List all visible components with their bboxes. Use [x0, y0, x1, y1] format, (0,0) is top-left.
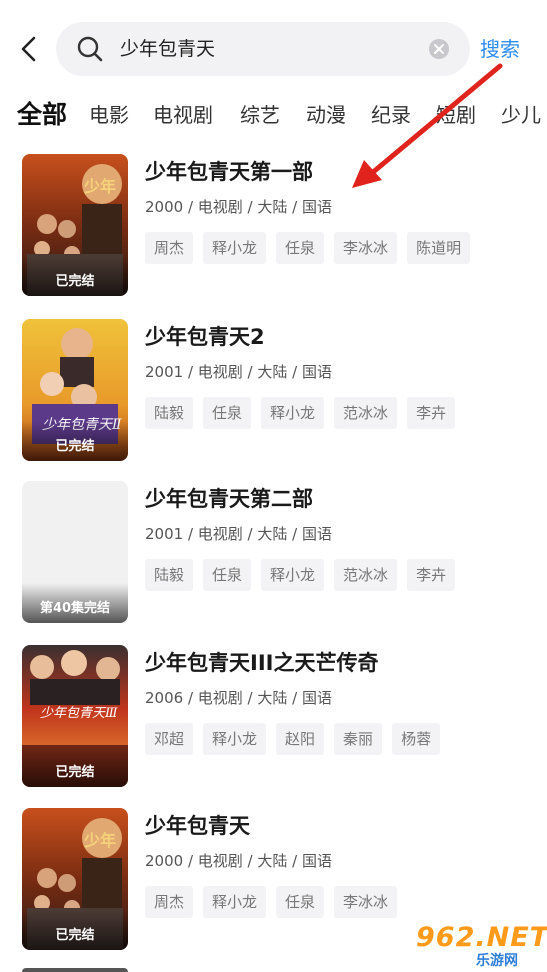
watermark-logo: 962.NET 乐游网 [416, 922, 547, 970]
cast-chip[interactable]: 杨蓉 [392, 723, 441, 755]
back-button[interactable] [14, 32, 44, 66]
watermark-sub-text: 乐游网 [476, 953, 518, 969]
status-badge: 已完结 [55, 274, 95, 289]
cast-chip[interactable]: 陆毅 [145, 397, 194, 429]
cast-chip[interactable]: 陈道明 [407, 232, 471, 264]
list-item[interactable]: 少年包青天Ⅱ 已完结 少年包青天2 2001 / 电视剧 / 大陆 / 国语 陆… [0, 315, 547, 465]
cast-chip[interactable]: 释小龙 [203, 232, 267, 264]
status-badge: 已完结 [55, 928, 95, 943]
result-title[interactable]: 少年包青天 [145, 812, 250, 840]
cast-chip[interactable]: 秦丽 [334, 723, 383, 755]
poster-thumbnail[interactable]: 第40集完结 [22, 481, 128, 623]
search-icon [77, 36, 103, 62]
cast-chip[interactable]: 周杰 [145, 886, 194, 918]
result-title[interactable]: 少年包青天2 [145, 323, 265, 351]
tab-movie[interactable]: 电影 [89, 98, 129, 132]
clear-circle-icon[interactable] [428, 38, 450, 60]
result-title[interactable]: 少年包青天第一部 [145, 158, 313, 186]
cast-chip[interactable]: 李卉 [407, 397, 456, 429]
tab-tv-series[interactable]: 电视剧 [153, 98, 213, 132]
cast-chip[interactable]: 释小龙 [203, 886, 267, 918]
status-badge: 已完结 [55, 765, 95, 780]
result-meta: 2001 / 电视剧 / 大陆 / 国语 [145, 525, 332, 543]
search-input[interactable]: 少年包青天 [120, 36, 215, 62]
search-box[interactable]: 少年包青天 [56, 22, 470, 76]
cast-chip[interactable]: 范冰冰 [334, 559, 398, 591]
list-item[interactable]: 少年 已完结 少年包青天第一部 2000 / 电视剧 / 大陆 / 国语 周杰释… [0, 150, 547, 300]
cast-list: 邓超 释小龙 赵阳 秦丽 杨蓉 [145, 723, 450, 755]
cast-chip[interactable]: 周杰 [145, 232, 194, 264]
status-badge: 已完结 [55, 439, 95, 454]
tab-variety[interactable]: 综艺 [240, 98, 280, 132]
list-item[interactable]: 少年包青天Ⅲ 已完结 少年包青天III之天芒传奇 2006 / 电视剧 / 大陆… [0, 641, 547, 791]
svg-text:少年: 少年 [83, 177, 116, 196]
cast-chip[interactable]: 释小龙 [261, 559, 325, 591]
result-title[interactable]: 少年包青天第二部 [145, 485, 313, 513]
cast-list: 周杰 释小龙 任泉 李冰冰 陈道明 [145, 232, 480, 264]
cast-chip[interactable]: 任泉 [203, 397, 252, 429]
result-meta: 2006 / 电视剧 / 大陆 / 国语 [145, 689, 332, 707]
next-poster-edge [22, 968, 128, 972]
tab-kids[interactable]: 少儿 [501, 98, 541, 132]
svg-text:少年包青天Ⅲ: 少年包青天Ⅲ [40, 706, 118, 721]
cast-list: 周杰 释小龙 任泉 李冰冰 [145, 886, 407, 918]
search-button[interactable]: 搜索 [480, 36, 520, 62]
svg-text:少年: 少年 [83, 831, 116, 850]
tab-anime[interactable]: 动漫 [306, 98, 346, 132]
cast-chip[interactable]: 李卉 [407, 559, 456, 591]
category-tabs: 全部 电影 电视剧 综艺 动漫 纪录 短剧 少儿 [0, 98, 547, 138]
cast-chip[interactable]: 陆毅 [145, 559, 194, 591]
top-bar: 少年包青天 搜索 [0, 0, 547, 100]
cast-chip[interactable]: 任泉 [203, 559, 252, 591]
cast-chip[interactable]: 李冰冰 [334, 886, 398, 918]
result-meta: 2001 / 电视剧 / 大陆 / 国语 [145, 363, 332, 381]
cast-list: 陆毅 任泉 释小龙 范冰冰 李卉 [145, 559, 465, 591]
cast-chip[interactable]: 释小龙 [261, 397, 325, 429]
poster-thumbnail[interactable]: 少年 已完结 [22, 808, 128, 950]
tab-short-drama[interactable]: 短剧 [436, 98, 476, 132]
watermark-main-text: 962.NET [416, 922, 547, 953]
status-badge: 第40集完结 [39, 601, 111, 616]
poster-thumbnail[interactable]: 少年 已完结 [22, 154, 128, 296]
cast-chip[interactable]: 任泉 [276, 886, 325, 918]
tab-documentary[interactable]: 纪录 [371, 98, 411, 132]
cast-chip[interactable]: 任泉 [276, 232, 325, 264]
cast-chip[interactable]: 释小龙 [203, 723, 267, 755]
poster-thumbnail[interactable]: 少年包青天Ⅱ 已完结 [22, 319, 128, 461]
cast-list: 陆毅 任泉 释小龙 范冰冰 李卉 [145, 397, 465, 429]
chevron-left-icon [21, 36, 36, 62]
cast-chip[interactable]: 邓超 [145, 723, 194, 755]
cast-chip[interactable]: 李冰冰 [334, 232, 398, 264]
list-item[interactable]: 第40集完结 少年包青天第二部 2001 / 电视剧 / 大陆 / 国语 陆毅任… [0, 477, 547, 627]
cast-chip[interactable]: 赵阳 [276, 723, 325, 755]
cast-chip[interactable]: 范冰冰 [334, 397, 398, 429]
tab-all[interactable]: 全部 [17, 98, 67, 132]
result-meta: 2000 / 电视剧 / 大陆 / 国语 [145, 198, 332, 216]
poster-thumbnail[interactable]: 少年包青天Ⅲ 已完结 [22, 645, 128, 787]
result-title[interactable]: 少年包青天III之天芒传奇 [145, 649, 378, 677]
result-meta: 2000 / 电视剧 / 大陆 / 国语 [145, 852, 332, 870]
